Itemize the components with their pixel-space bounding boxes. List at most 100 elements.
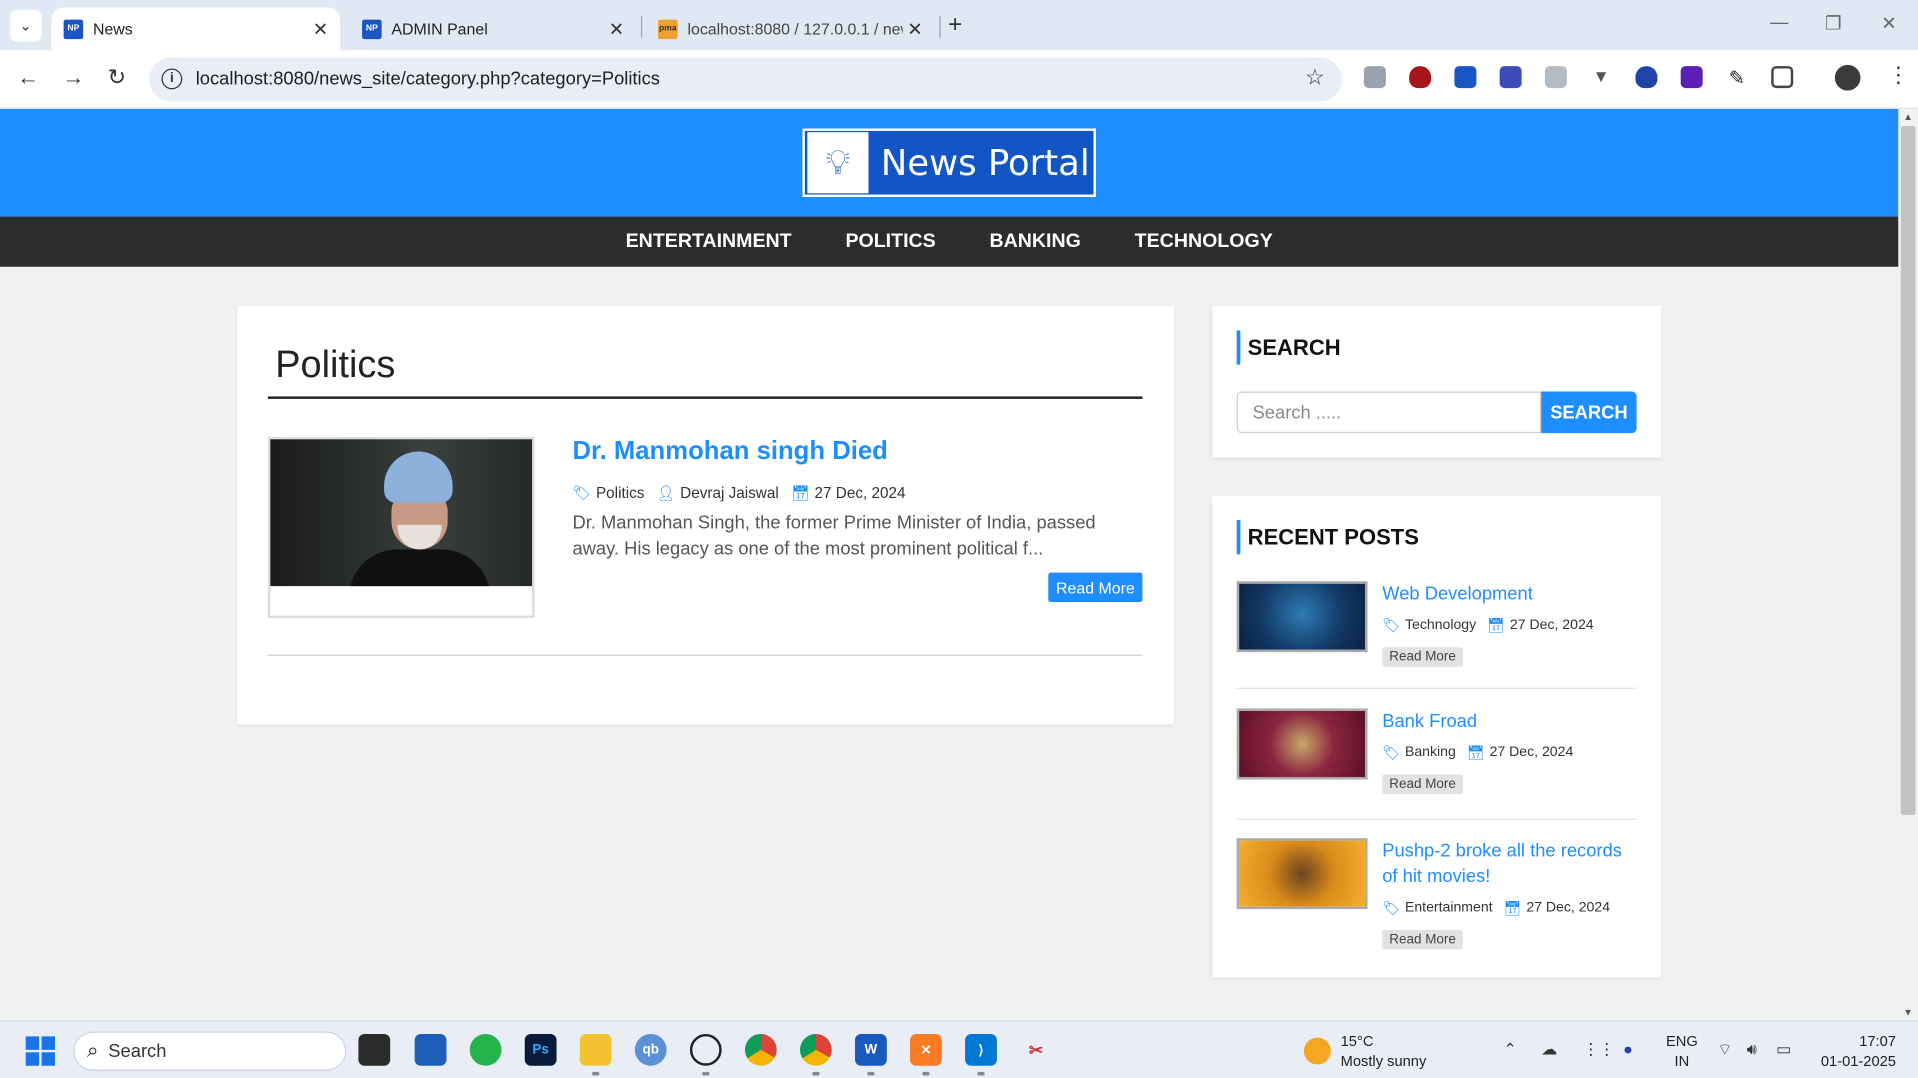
file-explorer-icon[interactable] [579, 1033, 612, 1066]
post-thumbnail[interactable] [267, 436, 535, 618]
bitwarden-shield-icon[interactable] [1499, 66, 1522, 89]
status-circle-icon[interactable]: ● [1623, 1040, 1633, 1058]
scroll-down-arrow-icon[interactable]: ▼ [1903, 1007, 1913, 1018]
tab-phpmyadmin[interactable]: pma localhost:8080 / 127.0.0.1 / new ✕ [646, 7, 935, 50]
tags-icon: 🏷︎ [1382, 901, 1401, 917]
tags-icon: 🏷︎ [1382, 619, 1401, 634]
news-favicon-icon: NP [362, 18, 382, 39]
recent-post-category[interactable]: Entertainment [1405, 901, 1493, 916]
read-more-button[interactable]: Read More [1382, 647, 1463, 667]
site-logo[interactable]: 💡︎ News Portal [802, 128, 1096, 197]
scroll-up-arrow-icon[interactable]: ▲ [1903, 111, 1913, 122]
chrome-profile-icon[interactable] [799, 1033, 832, 1066]
app-grid-icon[interactable]: ⋮⋮ [1583, 1040, 1615, 1060]
chevron-up-icon[interactable]: ⌃ [1503, 1040, 1516, 1060]
calendar-icon: 📅︎ [1503, 901, 1522, 917]
battery-icon[interactable]: ▭ [1776, 1040, 1791, 1060]
back-arrow-icon[interactable]: ← [17, 65, 39, 91]
read-more-button[interactable]: Read More [1048, 572, 1143, 603]
extension-icon[interactable] [1454, 66, 1477, 89]
profile-avatar[interactable] [1834, 64, 1861, 91]
more-menu-icon[interactable]: ⋮ [1887, 62, 1909, 88]
category-title: Politics [275, 342, 396, 386]
menu-item-politics[interactable]: POLITICS [845, 231, 935, 253]
recent-post-thumbnail[interactable] [1236, 708, 1368, 780]
bookmark-star-icon[interactable]: ☆ [1305, 65, 1325, 91]
recent-post-title[interactable]: Bank Froad [1382, 708, 1639, 734]
scrollbar-thumb[interactable] [1900, 126, 1916, 815]
title-divider [267, 396, 1143, 399]
camera-icon[interactable] [1544, 66, 1567, 89]
extension-icon[interactable] [1363, 66, 1386, 89]
address-bar[interactable]: i localhost:8080/news_site/category.php?… [149, 57, 1342, 102]
language-indicator[interactable]: ENG IN [1666, 1031, 1698, 1070]
windows-taskbar: ⌕ Search Ps qb W ✕ ⟩ ✂ 15°C Mostly sunny… [0, 1020, 1918, 1078]
clock[interactable]: 17:07 01-01-2025 [1813, 1031, 1896, 1070]
ublock-shield-icon[interactable] [1409, 66, 1432, 89]
post-title-link[interactable]: Dr. Manmohan singh Died [572, 437, 887, 466]
puzzle-extensions-icon[interactable] [1771, 66, 1794, 89]
recent-post-title[interactable]: Web Development [1382, 581, 1639, 607]
photoshop-icon[interactable]: Ps [524, 1033, 557, 1066]
new-tab-plus-icon[interactable]: + [948, 11, 962, 39]
microsoft-store-icon[interactable] [414, 1033, 447, 1066]
windows-start-icon[interactable] [25, 1036, 56, 1066]
close-icon[interactable]: ✕ [903, 18, 927, 40]
qbittorrent-icon[interactable]: qb [634, 1033, 667, 1066]
privacy-shield-icon[interactable] [1635, 66, 1658, 89]
dropdown-triangle-icon[interactable]: ▼ [1590, 66, 1612, 88]
tab-search-button[interactable]: ⌄ [9, 9, 42, 42]
wifi-icon[interactable]: ⌔ [1717, 1040, 1732, 1060]
tab-admin-panel[interactable]: NP ADMIN Panel ✕ [350, 7, 636, 50]
weather-widget[interactable]: 15°C Mostly sunny [1303, 1031, 1426, 1070]
site-info-icon[interactable]: i [161, 68, 183, 90]
taskbar-search[interactable]: ⌕ Search [73, 1031, 347, 1071]
menu-item-entertainment[interactable]: ENTERTAINMENT [626, 231, 792, 253]
forward-arrow-icon[interactable]: → [62, 65, 84, 91]
task-view-icon[interactable] [358, 1033, 391, 1066]
menu-item-banking[interactable]: BANKING [990, 231, 1081, 253]
restore-icon[interactable]: ❐ [1825, 12, 1841, 34]
chrome-icon[interactable] [744, 1033, 777, 1066]
xampp-icon[interactable]: ✕ [910, 1033, 942, 1066]
chatgpt-icon[interactable] [689, 1033, 722, 1066]
recent-posts-widget: RECENT POSTS Web Development 🏷︎ Technolo… [1212, 495, 1662, 978]
chevron-down-icon: ⌄ [19, 17, 32, 35]
onedrive-cloud-icon[interactable]: ☁ [1541, 1040, 1557, 1060]
tags-icon: 🏷︎ [1382, 746, 1401, 762]
vscode-icon[interactable]: ⟩ [965, 1033, 997, 1066]
tab-title: ADMIN Panel [391, 19, 488, 38]
close-icon[interactable]: ✕ [308, 18, 332, 40]
eyedropper-icon[interactable]: ✎ [1726, 66, 1748, 90]
recent-post-item: Bank Froad 🏷︎ Banking 📅︎ 27 Dec, 2024 Re… [1236, 708, 1639, 830]
tab-news[interactable]: NP News ✕ [51, 7, 341, 51]
recent-post-date: 27 Dec, 2024 [1526, 900, 1611, 916]
window-close-icon[interactable]: ✕ [1881, 12, 1896, 34]
menu-item-technology[interactable]: TECHNOLOGY [1135, 231, 1273, 253]
browser-toolbar: ← → ↻ i localhost:8080/news_site/categor… [0, 50, 1918, 109]
snipping-tool-icon[interactable]: ✂ [1020, 1034, 1052, 1066]
news-favicon-icon: NP [63, 18, 84, 39]
volume-icon[interactable]: 🔊︎ [1747, 1040, 1757, 1060]
recent-post-title[interactable]: Pushp-2 broke all the records of hit mov… [1382, 838, 1639, 889]
read-more-button[interactable]: Read More [1382, 929, 1463, 950]
recent-post-item: Web Development 🏷︎ Technology 📅︎ 27 Dec,… [1236, 581, 1639, 703]
url-text: localhost:8080/news_site/category.php?ca… [195, 68, 660, 90]
page-scrollbar[interactable]: ▲ ▼ [1898, 108, 1918, 1021]
post-category[interactable]: Politics [596, 485, 644, 502]
search-button[interactable]: SEARCH [1541, 391, 1637, 434]
graduation-cap-icon[interactable] [1680, 66, 1703, 89]
recent-post-category[interactable]: Banking [1405, 745, 1456, 760]
recent-posts-heading: RECENT POSTS [1236, 520, 1419, 555]
read-more-button[interactable]: Read More [1382, 774, 1463, 795]
search-input[interactable] [1236, 391, 1542, 434]
recent-post-category[interactable]: Technology [1405, 618, 1476, 633]
recent-post-thumbnail[interactable] [1236, 581, 1368, 653]
recent-post-thumbnail[interactable] [1236, 838, 1368, 910]
close-icon[interactable]: ✕ [604, 18, 628, 40]
whatsapp-icon[interactable] [469, 1033, 502, 1066]
minimize-icon[interactable]: — [1770, 12, 1788, 33]
word-icon[interactable]: W [855, 1033, 887, 1066]
reload-icon[interactable]: ↻ [108, 65, 126, 91]
post-author: Devraj Jaiswal [680, 484, 779, 502]
